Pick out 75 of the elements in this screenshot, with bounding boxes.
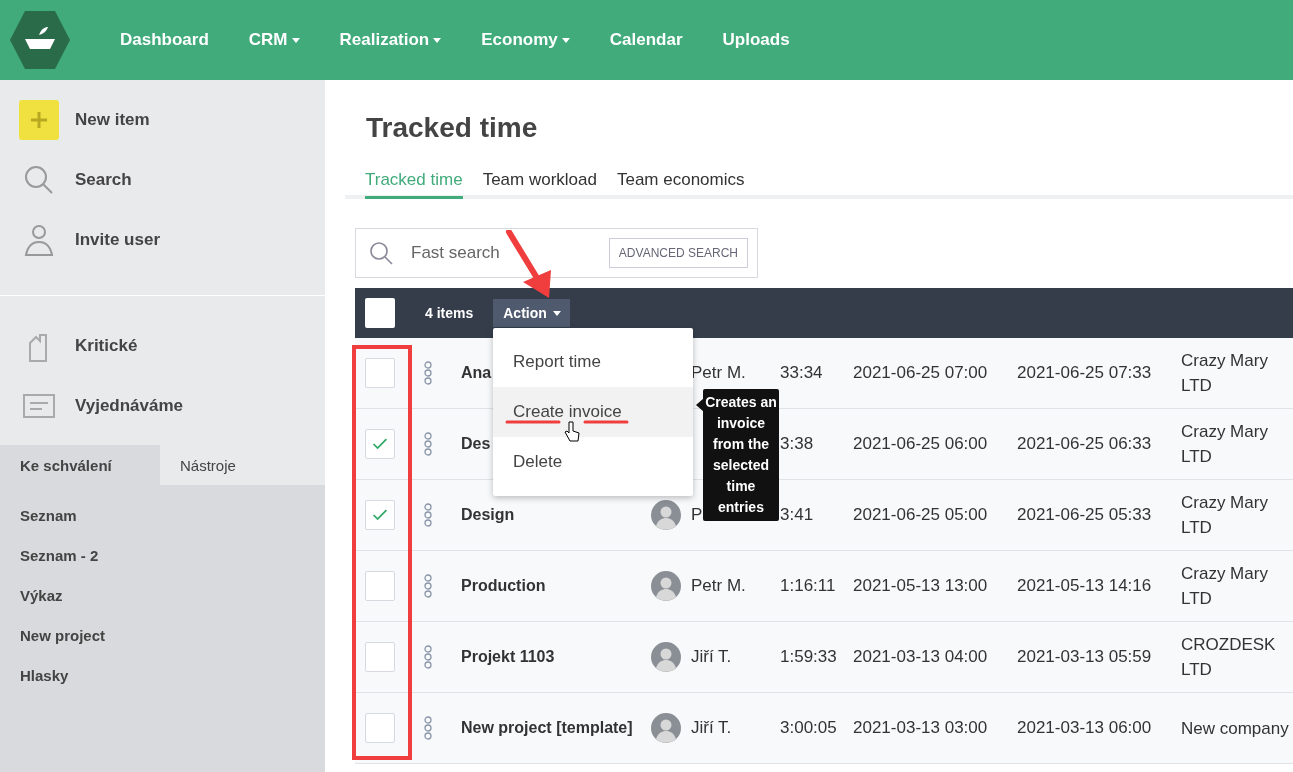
sidebar-item[interactable]: Seznam - 2: [20, 535, 325, 575]
sidebar-item[interactable]: New item: [75, 110, 150, 130]
duration: 1:16:11: [779, 576, 837, 596]
duration: 3:38: [779, 434, 815, 454]
sidebar-item[interactable]: Vyjednáváme: [75, 396, 184, 416]
sidebar-item[interactable]: Invite user: [75, 230, 161, 250]
sidebar-item[interactable]: Search: [75, 170, 132, 190]
duration: 3:00:05: [779, 718, 838, 738]
company-name: Crazy Mary LTD: [1181, 350, 1269, 397]
sidebar-item[interactable]: Výkaz: [20, 575, 325, 615]
end-time: 2021-05-13 14:16: [1017, 576, 1153, 596]
row-checkbox[interactable]: [365, 642, 395, 672]
start-time: 2021-03-13 03:00: [853, 718, 989, 738]
company-name: Crazy Mary LTD: [1181, 421, 1269, 468]
item-count: 4 items: [425, 305, 474, 321]
row-checkbox[interactable]: [365, 358, 395, 388]
logo-icon[interactable]: [9, 9, 71, 71]
more-icon[interactable]: [424, 361, 432, 385]
action-button[interactable]: Action: [493, 299, 570, 327]
plus-icon: [18, 99, 60, 141]
sidebar-tab[interactable]: Ke schválení: [0, 445, 160, 485]
page-title: Tracked time: [366, 112, 539, 145]
more-icon[interactable]: [424, 574, 432, 598]
menu-item[interactable]: Report time: [493, 337, 693, 387]
start-time: 2021-05-13 13:00: [853, 576, 989, 596]
search-icon: [368, 240, 394, 266]
person-name: Jiří T.: [691, 647, 732, 667]
person-name: Jiří T.: [691, 718, 732, 738]
duration: 1:59:33: [779, 647, 838, 667]
duration: 3:41: [779, 505, 815, 525]
hand-cursor-icon: [564, 421, 580, 443]
menu-item[interactable]: Create invoice: [493, 387, 693, 437]
more-icon[interactable]: [424, 716, 432, 740]
task-name: New project [template]: [461, 719, 634, 737]
search-field[interactable]: Fast search ADVANCED SEARCH: [355, 228, 758, 278]
company-name: Crazy Mary LTD: [1181, 563, 1269, 610]
task-name: Design: [461, 506, 516, 524]
person-name: P: [691, 505, 703, 525]
end-time: 2021-06-25 07:33: [1017, 363, 1153, 383]
end-time: 2021-06-25 05:33: [1017, 505, 1153, 525]
start-time: 2021-06-25 07:00: [853, 363, 989, 383]
task-name: Des: [461, 435, 492, 453]
sidebar-item[interactable]: Kritické: [75, 336, 138, 356]
advanced-search-button[interactable]: ADVANCED SEARCH: [608, 238, 748, 268]
caret-icon: [552, 310, 561, 316]
more-icon[interactable]: [424, 645, 432, 669]
row-checkbox[interactable]: [365, 500, 395, 530]
task-name: Ana: [461, 364, 493, 382]
end-time: 2021-03-13 05:59: [1017, 647, 1153, 667]
row-checkbox[interactable]: [365, 713, 395, 743]
end-time: 2021-06-25 06:33: [1017, 434, 1153, 454]
end-time: 2021-03-13 06:00: [1017, 718, 1153, 738]
duration: 33:34: [779, 363, 824, 383]
tab[interactable]: Team workload: [482, 164, 597, 199]
start-time: 2021-06-25 06:00: [853, 434, 989, 454]
more-icon[interactable]: [424, 432, 432, 456]
menu-item[interactable]: Delete: [493, 437, 693, 487]
start-time: 2021-03-13 04:00: [853, 647, 989, 667]
task-name: Production: [461, 577, 547, 595]
sidebar-item[interactable]: New project: [20, 615, 325, 655]
more-icon[interactable]: [424, 503, 432, 527]
tooltip: Creates an invoice from the selected time entries: [703, 389, 779, 521]
task-name: Projekt 1103: [461, 648, 556, 666]
select-all-checkbox[interactable]: [365, 298, 395, 328]
company-name: New company: [1181, 717, 1290, 740]
sidebar-item[interactable]: Hlasky: [20, 655, 325, 695]
company-name: CROZDESK LTD: [1181, 634, 1277, 681]
tooltip-arrow-icon: [696, 398, 704, 412]
person-name: Petr M.: [691, 576, 746, 596]
sidebar-item[interactable]: Seznam: [20, 495, 325, 535]
row-checkbox[interactable]: [365, 571, 395, 601]
company-name: Crazy Mary LTD: [1181, 492, 1269, 539]
row-checkbox[interactable]: [365, 429, 395, 459]
tab[interactable]: Team economics: [616, 164, 745, 199]
start-time: 2021-06-25 05:00: [853, 505, 989, 525]
